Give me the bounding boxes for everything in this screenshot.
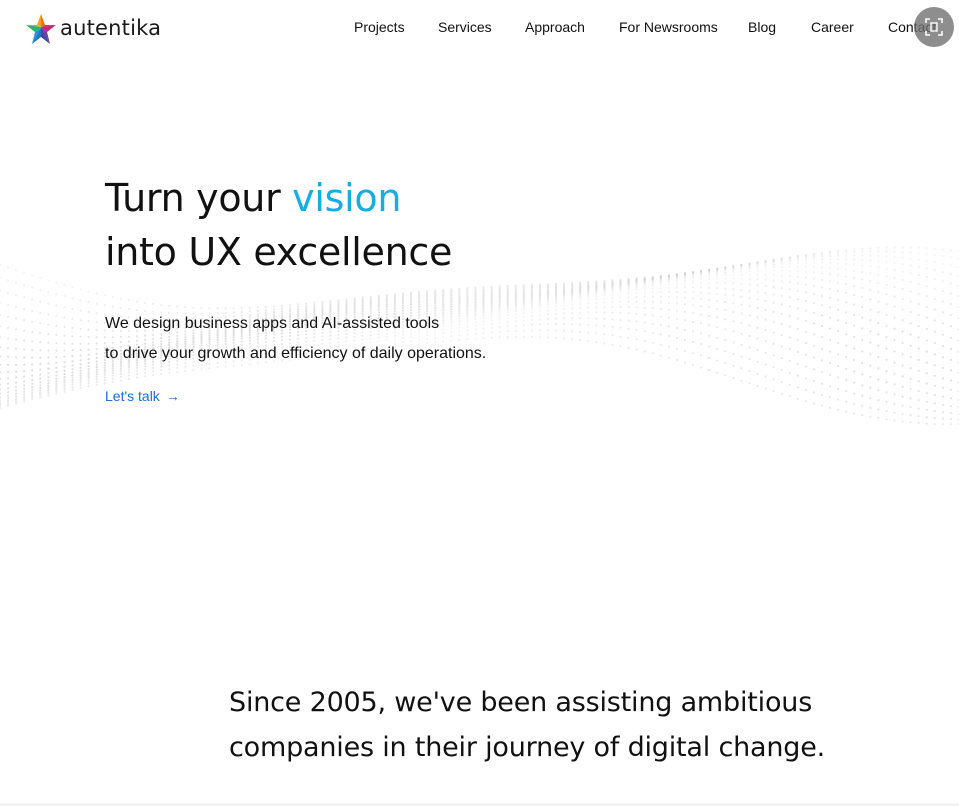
- hero-subtitle: We design business apps and AI-assisted …: [105, 309, 486, 369]
- hero-title-line2: into UX excellence: [105, 230, 453, 274]
- screen-capture-icon: [925, 18, 943, 36]
- intro-line1: Since 2005, we've been assisting ambitio…: [229, 687, 813, 718]
- nav-blog[interactable]: Blog: [748, 19, 776, 35]
- screen-capture-button[interactable]: [914, 7, 954, 47]
- nav-for-newsrooms[interactable]: For Newsrooms: [619, 19, 718, 35]
- hero-title-accent: vision: [292, 176, 402, 220]
- site-header: autentika Projects Services Approach For…: [0, 0, 959, 56]
- nav-services[interactable]: Services: [438, 19, 492, 35]
- intro-line2: companies in their journey of digital ch…: [229, 732, 826, 763]
- hero-subtitle-line2: to drive your growth and efficiency of d…: [105, 345, 487, 362]
- nav-projects[interactable]: Projects: [354, 19, 405, 35]
- page: autentika Projects Services Approach For…: [0, 0, 959, 806]
- lets-talk-label: Let's talk: [105, 388, 160, 404]
- hero-subtitle-line1: We design business apps and AI-assisted …: [105, 315, 440, 332]
- hero-title-lead: Turn your: [105, 176, 293, 220]
- nav-approach[interactable]: Approach: [525, 19, 585, 35]
- main-nav: Projects Services Approach For Newsrooms…: [0, 19, 959, 39]
- arrow-right-icon: →: [165, 388, 180, 404]
- nav-career[interactable]: Career: [811, 19, 854, 35]
- hero-title: Turn your vision into UX excellence: [105, 171, 452, 279]
- lets-talk-link[interactable]: Let's talk →: [105, 388, 180, 404]
- intro-statement: Since 2005, we've been assisting ambitio…: [229, 680, 825, 770]
